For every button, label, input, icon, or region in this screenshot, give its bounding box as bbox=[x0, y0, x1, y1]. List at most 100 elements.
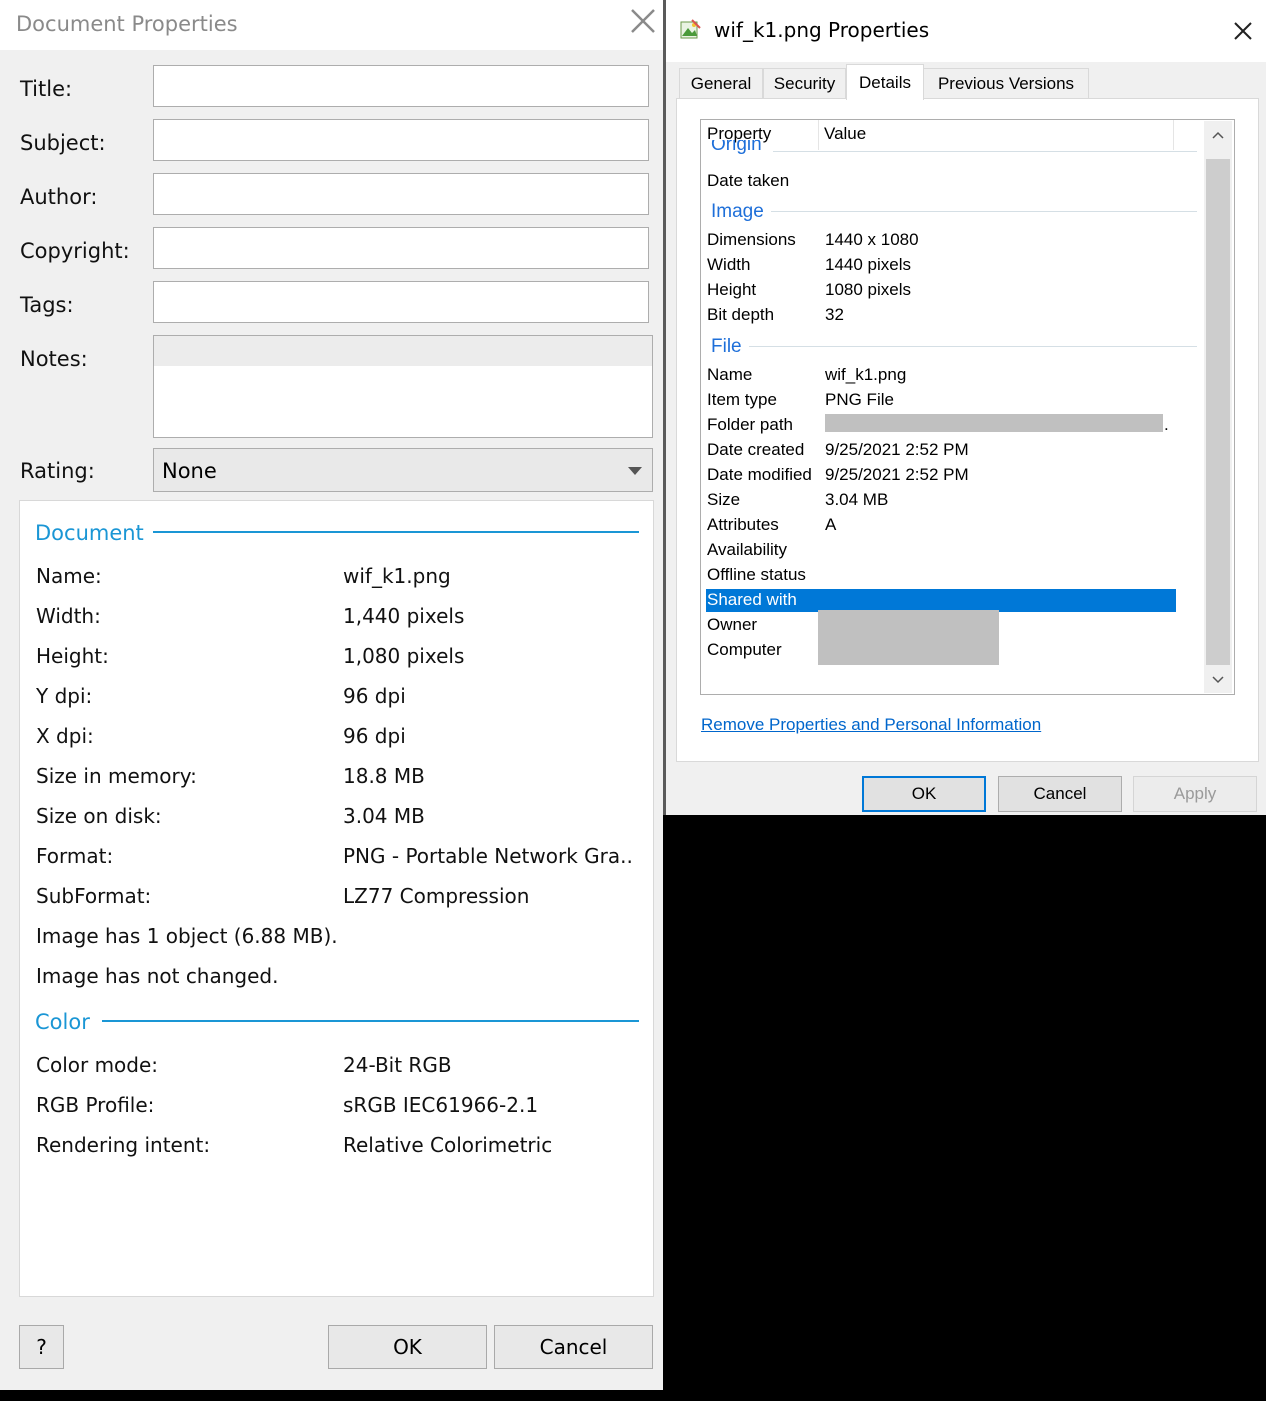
chevron-down-icon[interactable] bbox=[1212, 676, 1224, 684]
notes-field[interactable] bbox=[153, 335, 653, 438]
property-value: 9/25/2021 2:52 PM bbox=[825, 440, 969, 459]
property-name[interactable]: Height bbox=[707, 280, 756, 300]
property-value: wif_k1.png bbox=[825, 365, 907, 384]
doc-row-value: PNG - Portable Network Gra... bbox=[343, 844, 633, 868]
dialog-title: Document Properties bbox=[16, 12, 238, 36]
color-row-value: 24-Bit RGB bbox=[343, 1053, 452, 1077]
redacted-folder-path bbox=[825, 414, 1163, 432]
close-icon[interactable] bbox=[626, 4, 660, 38]
column-separator bbox=[818, 120, 819, 150]
close-icon[interactable] bbox=[1232, 20, 1254, 42]
rating-label: Rating: bbox=[20, 459, 95, 483]
group-header-origin: Origin bbox=[711, 140, 762, 154]
property-value: 9/25/2021 2:52 PM bbox=[825, 465, 969, 484]
copyright-label: Copyright: bbox=[20, 239, 130, 263]
property-name[interactable]: Name bbox=[707, 365, 752, 385]
ok-button[interactable]: OK bbox=[862, 776, 986, 812]
tab-previous-versions[interactable]: Previous Versions bbox=[923, 68, 1089, 98]
tags-label: Tags: bbox=[20, 293, 74, 317]
property-name[interactable]: Width bbox=[707, 255, 750, 275]
property-name[interactable]: Date modified bbox=[707, 465, 812, 485]
property-name[interactable]: Bit depth bbox=[707, 305, 774, 325]
document-properties-dialog: Document Properties Title: Subject: Auth… bbox=[0, 0, 663, 1390]
rating-value: None bbox=[162, 459, 217, 483]
color-heading: Color bbox=[35, 1010, 90, 1034]
chevron-up-icon[interactable] bbox=[1212, 131, 1224, 139]
dialog-title: wif_k1.png Properties bbox=[714, 18, 930, 42]
doc-row-label: Y dpi: bbox=[36, 684, 93, 708]
color-row-label: RGB Profile: bbox=[36, 1093, 155, 1117]
doc-row-label: X dpi: bbox=[36, 724, 94, 748]
author-field[interactable] bbox=[153, 173, 649, 215]
remove-properties-link[interactable]: Remove Properties and Personal Informati… bbox=[701, 715, 1041, 735]
property-name[interactable]: Attributes bbox=[707, 515, 779, 535]
doc-row-value: 1,440 pixels bbox=[343, 604, 465, 628]
color-row-value: sRGB IEC61966-2.1 bbox=[343, 1093, 539, 1117]
property-name[interactable]: Availability bbox=[707, 540, 787, 560]
section-divider bbox=[102, 1020, 639, 1022]
subject-label: Subject: bbox=[20, 131, 106, 155]
property-name[interactable]: Offline status bbox=[707, 565, 806, 585]
group-divider bbox=[773, 151, 1197, 152]
doc-row-label: Width: bbox=[36, 604, 101, 628]
subject-field[interactable] bbox=[153, 119, 649, 161]
property-value: A bbox=[825, 515, 837, 534]
group-header-image: Image bbox=[711, 201, 764, 222]
property-name[interactable]: Item type bbox=[707, 390, 777, 410]
property-name[interactable]: Dimensions bbox=[707, 230, 796, 250]
title-field[interactable] bbox=[153, 65, 649, 107]
doc-row-label: Format: bbox=[36, 844, 114, 868]
help-button[interactable]: ? bbox=[19, 1325, 64, 1369]
doc-row-label: Height: bbox=[36, 644, 109, 668]
details-panel: Property Value Origin Date taken Image D… bbox=[676, 98, 1259, 762]
cancel-button[interactable]: Cancel bbox=[494, 1325, 653, 1369]
notes-label: Notes: bbox=[20, 347, 88, 371]
file-properties-dialog: wif_k1.png Properties General Security P… bbox=[663, 0, 1266, 815]
scrollbar-thumb[interactable] bbox=[1206, 159, 1230, 665]
image-file-icon bbox=[680, 19, 701, 39]
doc-note: Image has 1 object (6.88 MB). bbox=[36, 924, 338, 948]
rating-dropdown[interactable]: None bbox=[153, 448, 653, 492]
property-value: 3.04 MB bbox=[825, 490, 889, 509]
property-name[interactable]: Computer bbox=[707, 640, 782, 660]
group-divider bbox=[749, 346, 1197, 347]
group-header-file: File bbox=[711, 336, 742, 357]
group-divider bbox=[771, 211, 1197, 212]
property-list[interactable]: Property Value Origin Date taken Image D… bbox=[700, 119, 1235, 695]
property-name-selected[interactable]: Shared with bbox=[707, 590, 797, 610]
apply-button[interactable]: Apply bbox=[1133, 776, 1257, 812]
doc-row-value: 96 dpi bbox=[343, 684, 406, 708]
color-row-label: Rendering intent: bbox=[36, 1133, 211, 1157]
property-name[interactable]: Date created bbox=[707, 440, 804, 460]
ok-button[interactable]: OK bbox=[328, 1325, 487, 1369]
tab-details[interactable]: Details bbox=[846, 64, 924, 100]
chevron-down-icon bbox=[628, 467, 642, 475]
property-name[interactable]: Owner bbox=[707, 615, 757, 635]
document-heading: Document bbox=[35, 521, 144, 545]
folder-path-suffix: . bbox=[1164, 415, 1169, 434]
redacted-owner-computer bbox=[818, 610, 999, 665]
info-panel: Document Name: wif_k1.png Width: 1,440 p… bbox=[19, 500, 654, 1297]
property-value: PNG File bbox=[825, 390, 894, 409]
property-name[interactable]: Date taken bbox=[707, 171, 789, 191]
color-row-label: Color mode: bbox=[36, 1053, 159, 1077]
doc-note: Image has not changed. bbox=[36, 964, 279, 988]
doc-row-label: Size on disk: bbox=[36, 804, 162, 828]
doc-row-label: SubFormat: bbox=[36, 884, 152, 908]
author-label: Author: bbox=[20, 185, 98, 209]
column-header-value[interactable]: Value bbox=[824, 124, 866, 144]
copyright-field[interactable] bbox=[153, 227, 649, 269]
tab-general[interactable]: General bbox=[679, 68, 763, 98]
doc-row-label: Size in memory: bbox=[36, 764, 197, 788]
doc-row-value: 18.8 MB bbox=[343, 764, 425, 788]
title-label: Title: bbox=[20, 77, 73, 101]
tab-security[interactable]: Security bbox=[763, 68, 846, 98]
cancel-button[interactable]: Cancel bbox=[998, 776, 1122, 812]
tags-field[interactable] bbox=[153, 281, 649, 323]
group-name: Origin bbox=[711, 140, 762, 154]
property-name[interactable]: Size bbox=[707, 490, 740, 510]
doc-row-value: 1,080 pixels bbox=[343, 644, 465, 668]
property-name[interactable]: Folder path bbox=[707, 415, 793, 435]
vertical-scrollbar[interactable] bbox=[1204, 121, 1232, 693]
doc-row-value: wif_k1.png bbox=[343, 564, 451, 588]
